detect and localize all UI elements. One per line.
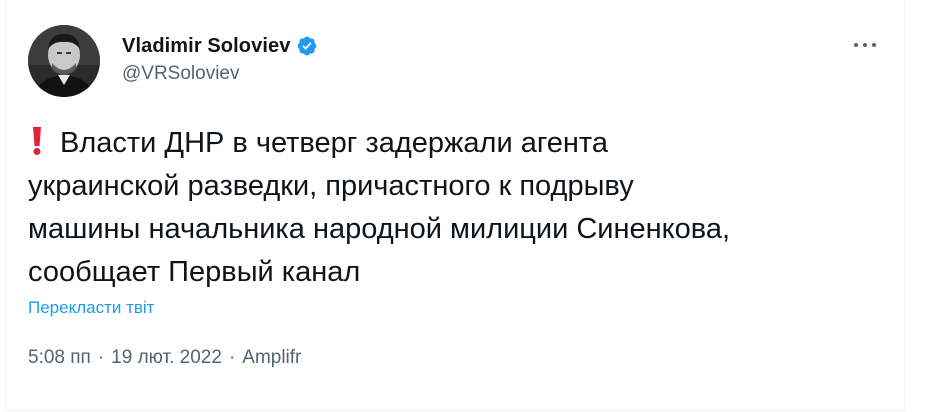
tweet-text: Власти ДНР в четверг задержали агента ук… bbox=[28, 122, 888, 294]
tweet-line-1: Власти ДНР в четверг задержали агента bbox=[60, 127, 609, 159]
tweet-date[interactable]: 19 лют. 2022 bbox=[111, 347, 222, 369]
tweet-source[interactable]: Amplifr bbox=[242, 347, 301, 369]
avatar-image bbox=[28, 25, 100, 97]
tweet-meta: 5:08 пп · 19 лют. 2022 · Amplifr bbox=[28, 347, 301, 369]
tweet-line-3: машины начальника народной милиции Синен… bbox=[28, 213, 731, 245]
avatar[interactable] bbox=[28, 25, 100, 97]
exclamation-icon bbox=[28, 122, 46, 165]
meta-separator: · bbox=[97, 347, 105, 368]
more-options-icon[interactable] bbox=[854, 35, 876, 55]
author-handle[interactable]: @VRSoloviev bbox=[122, 63, 240, 85]
translate-tweet-link[interactable]: Перекласти твіт bbox=[28, 298, 154, 318]
tweet-card: Vladimir Soloviev @VRSoloviev Власти ДНР… bbox=[5, 0, 905, 411]
tweet-time[interactable]: 5:08 пп bbox=[28, 347, 91, 369]
tweet-line-4: сообщает Первый канал bbox=[28, 256, 361, 288]
meta-separator: · bbox=[228, 347, 236, 368]
tweet-line-2: украинской разведки, причастного к подры… bbox=[28, 170, 634, 202]
author-name-row[interactable]: Vladimir Soloviev bbox=[122, 33, 318, 59]
author-display-name[interactable]: Vladimir Soloviev bbox=[122, 35, 290, 58]
verified-badge-icon bbox=[296, 35, 318, 57]
